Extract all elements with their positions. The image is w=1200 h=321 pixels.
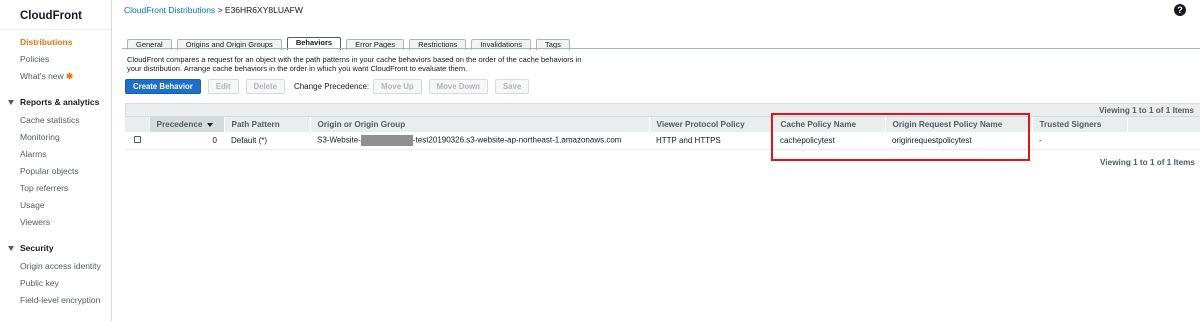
save-button[interactable]: Save	[494, 79, 530, 94]
help-icon[interactable]: ?	[1174, 4, 1186, 16]
column-header-viewer-protocol[interactable]: Viewer Protocol Policy	[649, 117, 774, 132]
cell-origin-prefix: S3-Website-	[317, 135, 361, 145]
sidebar-item-monitoring[interactable]: Monitoring	[0, 129, 111, 146]
main-content: CloudFront Distributions > E36HR6XY8LUAF…	[112, 0, 1200, 321]
cell-viewer-protocol: HTTP and HTTPS	[649, 132, 773, 150]
column-header-origin-request-policy[interactable]: Origin Request Policy Name	[885, 117, 1033, 132]
sidebar: CloudFront Distributions Policies What's…	[0, 0, 112, 321]
pagination-summary-top: Viewing 1 to 1 of 1 Items	[125, 103, 1200, 117]
sidebar-item-top-referrers[interactable]: Top referrers	[0, 180, 111, 197]
row-checkbox[interactable]	[134, 135, 141, 143]
sidebar-item-alarms[interactable]: Alarms	[0, 146, 111, 163]
create-behavior-button[interactable]: Create Behavior	[125, 79, 201, 94]
behaviors-toolbar: Create Behavior Edit Delete Change Prece…	[125, 79, 536, 94]
sidebar-item-popular-objects[interactable]: Popular objects	[0, 163, 111, 180]
table-row[interactable]: 0 Default (*) S3-Website- -test20190326.s…	[125, 132, 1200, 150]
sidebar-item-viewers[interactable]: Viewers	[0, 214, 111, 231]
column-header-path-pattern[interactable]: Path Pattern	[224, 117, 311, 132]
sidebar-item-distributions[interactable]: Distributions	[0, 34, 111, 51]
sort-desc-icon	[207, 122, 214, 127]
cell-cache-policy: cachepolicytest	[773, 132, 885, 150]
redacted-block	[360, 134, 413, 146]
column-header-cache-policy[interactable]: Cache Policy Name	[773, 117, 886, 132]
sidebar-section-reports-label: Reports & analytics	[20, 97, 100, 107]
sidebar-item-origin-access-identity[interactable]: Origin access identity	[0, 258, 111, 275]
breadcrumb-separator: >	[217, 5, 223, 15]
move-up-button[interactable]: Move Up	[373, 79, 422, 94]
caret-down-icon	[8, 99, 14, 105]
cell-trusted-signers: -	[1032, 132, 1127, 150]
cell-origin-request-policy: originrequestpolicytest	[885, 132, 1032, 150]
sidebar-item-usage[interactable]: Usage	[0, 197, 111, 214]
change-precedence-label: Change Precedence:	[293, 82, 370, 91]
column-header-origin[interactable]: Origin or Origin Group	[310, 117, 650, 132]
delete-button[interactable]: Delete	[245, 79, 285, 94]
column-header-extra	[1127, 117, 1200, 132]
table-header-row: Precedence Path Pattern Origin or Origin…	[125, 117, 1200, 132]
behaviors-description: CloudFront compares a request for an obj…	[127, 55, 582, 73]
edit-button[interactable]: Edit	[207, 79, 239, 94]
sidebar-item-whats-new[interactable]: What's new ✱	[0, 68, 111, 85]
column-header-precedence-label: Precedence	[156, 120, 203, 129]
new-badge-icon: ✱	[66, 71, 74, 81]
sidebar-item-policies[interactable]: Policies	[0, 51, 111, 68]
column-header-trusted-signers[interactable]: Trusted Signers	[1032, 117, 1128, 132]
cell-extra	[1127, 132, 1200, 150]
column-header-select	[125, 117, 150, 132]
sidebar-item-public-key[interactable]: Public key	[0, 275, 111, 292]
sidebar-title: CloudFront	[0, 0, 111, 30]
cell-precedence: 0	[149, 132, 224, 150]
row-select-cell	[125, 132, 149, 150]
behaviors-table: Precedence Path Pattern Origin or Origin…	[125, 117, 1200, 150]
cell-path-pattern: Default (*)	[224, 132, 310, 150]
tab-divider	[122, 48, 1200, 49]
sidebar-section-security-label: Security	[20, 243, 54, 253]
behaviors-table-container: Viewing 1 to 1 of 1 Items Precedence Pat…	[125, 103, 1200, 167]
sidebar-item-cache-statistics[interactable]: Cache statistics	[0, 112, 111, 129]
breadcrumb-current: E36HR6XY8LUAFW	[224, 5, 303, 15]
caret-down-icon	[8, 245, 14, 251]
sidebar-item-whats-new-label: What's new	[20, 71, 64, 81]
sidebar-section-reports[interactable]: Reports & analytics	[0, 92, 111, 112]
cell-origin: S3-Website- -test20190326.s3-website-ap-n…	[310, 132, 649, 150]
cell-origin-suffix: -test20190326.s3-website-ap-northeast-1.…	[412, 135, 622, 145]
pagination-summary-bottom: Viewing 1 to 1 of 1 Items	[1100, 157, 1195, 167]
breadcrumb: CloudFront Distributions > E36HR6XY8LUAF…	[124, 5, 303, 15]
column-header-precedence[interactable]: Precedence	[149, 117, 225, 132]
sidebar-item-field-level-encryption[interactable]: Field-level encryption	[0, 292, 111, 309]
move-down-button[interactable]: Move Down	[428, 79, 488, 94]
sidebar-section-security[interactable]: Security	[0, 238, 111, 258]
breadcrumb-distributions-link[interactable]: CloudFront Distributions	[124, 5, 215, 15]
